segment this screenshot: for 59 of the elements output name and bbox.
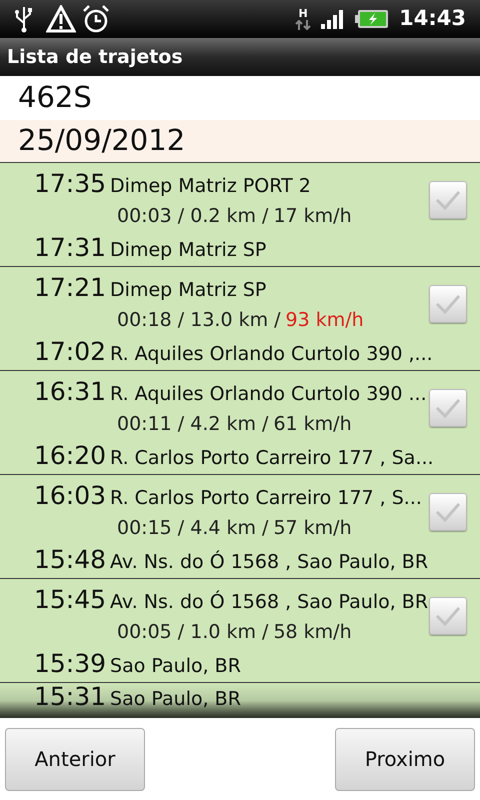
trip-row[interactable]: 17:21 Dimep Matriz SP 00:18 / 13.0 km / 93 km/h 17:02 R. Aquiles Orlando Curtolo 390 ,... — [0, 267, 480, 371]
trip-place: Av. Ns. do Ó 1568 , Sao Paulo, BR — [110, 589, 428, 615]
trip-speed: 57 km/h — [273, 516, 352, 541]
warning-icon — [46, 5, 76, 33]
trip-time: 17:31 — [34, 233, 106, 263]
trip-place: R. Carlos Porto Carreiro 177 , S... — [110, 486, 422, 511]
checkbox[interactable] — [429, 285, 467, 323]
trip-time: 15:39 — [34, 649, 106, 679]
trip-place: Dimep Matriz SP — [110, 278, 266, 303]
trip-place: Dimep Matriz PORT 2 — [110, 174, 311, 199]
trip-time: 17:21 — [34, 273, 106, 303]
trip-time: 17:02 — [34, 337, 106, 367]
checkbox[interactable] — [429, 493, 467, 531]
vehicle-id: 462S — [18, 79, 92, 116]
trip-stats: 00:15 / 4.4 km / — [117, 516, 268, 541]
trip-stats: 00:05 / 1.0 km / — [117, 620, 268, 645]
trip-place: R. Carlos Porto Carreiro 177 , Sa... — [110, 446, 434, 471]
checkbox[interactable] — [429, 597, 467, 635]
trip-time: 15:31 — [34, 683, 106, 711]
trip-place: Sao Paulo, BR — [110, 687, 241, 712]
trip-place: Sao Paulo, BR — [110, 654, 241, 679]
trip-place: R. Aquiles Orlando Curtolo 390 ... — [110, 382, 427, 407]
trip-stats: 00:18 / 13.0 km / — [117, 308, 281, 333]
screen-title: Lista de trajetos — [7, 44, 183, 70]
trip-row[interactable]: 16:31 R. Aquiles Orlando Curtolo 390 ... 00:11 / 4.2 km / 61 km/h 16:20 R. Carlos Porto Carreiro 177 , Sa... — [0, 371, 480, 475]
check-icon — [434, 292, 462, 316]
trip-row[interactable]: 16:03 R. Carlos Porto Carreiro 177 , S... 00:15 / 4.4 km / 57 km/h 15:48 Av. Ns. do Ó 1568 , Sao Paulo, BR — [0, 475, 480, 579]
trip-time: 17:35 — [34, 169, 106, 199]
check-icon — [434, 188, 462, 212]
trip-time: 15:45 — [34, 585, 106, 615]
check-icon — [434, 604, 462, 628]
trip-row[interactable]: 15:45 Av. Ns. do Ó 1568 , Sao Paulo, BR 00:05 / 1.0 km / 58 km/h 15:39 Sao Paulo, BR — [0, 579, 480, 683]
trip-time: 16:31 — [34, 377, 106, 407]
trip-speed: 17 km/h — [273, 204, 352, 229]
trip-place: Av. Ns. do Ó 1568 , Sao Paulo, BR — [110, 549, 428, 575]
battery-icon — [355, 9, 390, 29]
clock: 14:43 — [399, 5, 466, 32]
trip-stats: 00:11 / 4.2 km / — [117, 412, 268, 437]
trip-speed: 93 km/h — [286, 308, 364, 333]
trip-place: R. Aquiles Orlando Curtolo 390 ,... — [110, 342, 433, 367]
trip-place: Dimep Matriz SP — [110, 238, 266, 263]
trip-speed: 58 km/h — [273, 620, 352, 645]
trip-stats: 00:03 / 0.2 km / — [117, 204, 268, 229]
trip-time: 16:20 — [34, 441, 106, 471]
nav-button[interactable]: Proximo — [335, 728, 475, 790]
trip-speed: 61 km/h — [273, 412, 352, 437]
checkbox[interactable] — [429, 389, 467, 427]
nav-button[interactable]: Anterior — [5, 728, 145, 790]
check-icon — [434, 500, 462, 524]
data-arrows-icon — [295, 18, 312, 30]
usb-icon — [14, 5, 34, 33]
checkbox[interactable] — [429, 181, 467, 219]
network-type: H — [298, 8, 308, 18]
trip-row[interactable]: 15:31 Sao Paulo, BR — [0, 683, 480, 718]
check-icon — [434, 396, 462, 420]
trip-time: 15:48 — [34, 545, 106, 575]
trip-row[interactable]: 17:35 Dimep Matriz PORT 2 00:03 / 0.2 km / 17 km/h 17:31 Dimep Matriz SP — [0, 163, 480, 267]
trip-time: 16:03 — [34, 481, 106, 511]
trip-date: 25/09/2012 — [18, 122, 186, 160]
